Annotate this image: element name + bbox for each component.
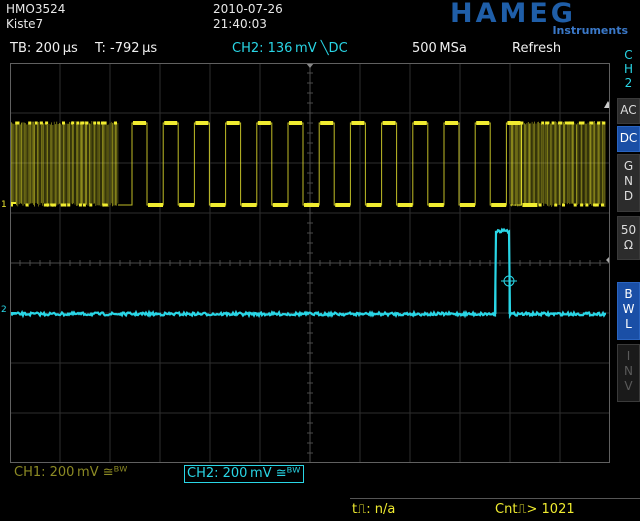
dc-coupling-button[interactable]: DC xyxy=(617,126,640,152)
soft-key-panel: CH 2 AC DC G N D 50 Ω B W L I N V xyxy=(616,46,640,476)
ch2-label[interactable]: CH2: 200 mV ≅ᴮᵂ xyxy=(184,465,305,483)
sample-rate-readout: 500 MSa xyxy=(412,41,467,56)
soft-key-title: CH 2 xyxy=(617,48,640,90)
timebase-readout[interactable]: TB: 200 µs xyxy=(10,41,78,57)
brand-subtitle: Instruments xyxy=(552,24,628,37)
bwl-button-label: B W L xyxy=(622,287,635,331)
ch2-ground-marker: 2 xyxy=(1,305,7,315)
counter-measurement: Cnt⎍> 1021 xyxy=(495,502,575,517)
model-name: HMO3524 xyxy=(6,2,66,16)
acquisition-mode-readout[interactable]: Refresh xyxy=(512,41,561,57)
fifty-ohm-button-label: 50 Ω xyxy=(620,223,637,252)
trigger-source-readout[interactable]: CH2: 136 mV ╲DC xyxy=(232,41,348,57)
trigger-time-readout[interactable]: T: -792 µs xyxy=(95,41,157,57)
rise-time-measurement: t⎍: n/a xyxy=(352,502,396,517)
ac-coupling-button[interactable]: AC xyxy=(617,98,640,124)
gnd-button-label: G N D xyxy=(623,159,634,203)
file-name: Kiste7 xyxy=(6,17,44,31)
soft-key-title-text: CH 2 xyxy=(623,48,634,90)
date-label: 2010-07-26 xyxy=(213,2,283,16)
ch1-label[interactable]: CH1: 200 mV ≅ᴮᵂ xyxy=(14,465,127,481)
screen-frame xyxy=(10,63,610,463)
time-label: 21:40:03 xyxy=(213,17,267,31)
fifty-ohm-button[interactable]: 50 Ω xyxy=(617,216,640,260)
invert-button[interactable]: I N V xyxy=(617,344,640,402)
invert-button-label: I N V xyxy=(624,349,633,393)
ch1-ground-marker: 1 xyxy=(1,200,7,210)
bwl-button[interactable]: B W L xyxy=(617,282,640,340)
gnd-button[interactable]: G N D xyxy=(617,154,640,212)
hameg-logo: HAMEG Instruments xyxy=(450,0,630,38)
